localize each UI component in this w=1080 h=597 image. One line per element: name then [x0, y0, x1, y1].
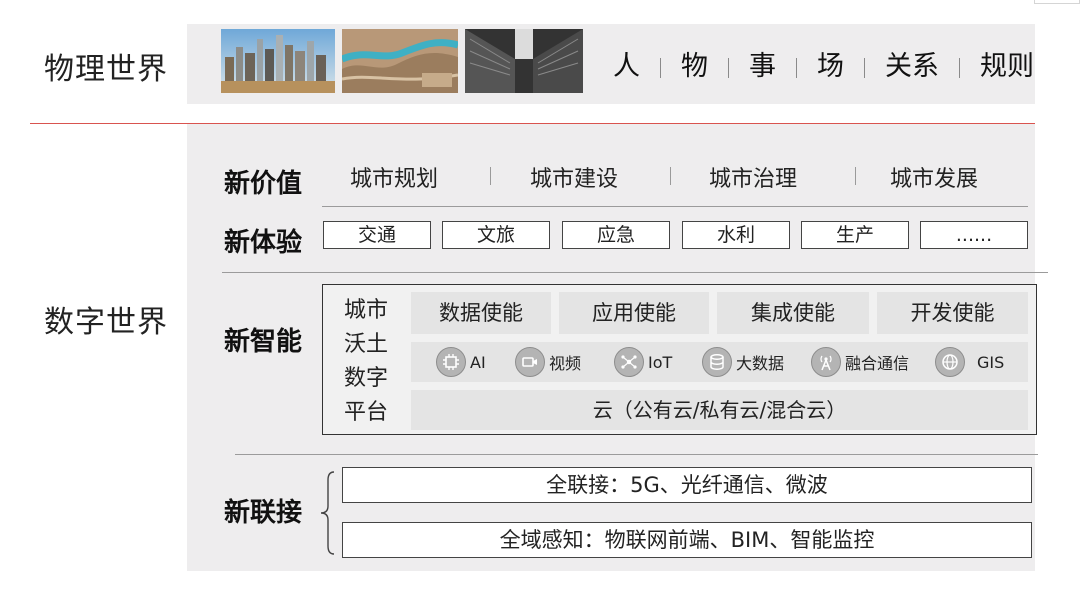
cloud-band: 云（公有云/私有云/混合云）: [411, 390, 1028, 430]
tech-gis: GIS: [935, 345, 1004, 379]
experience-emergency: 应急: [562, 221, 670, 249]
digital-world-label: 数字世界: [44, 305, 168, 340]
river-landscape-photo: [342, 29, 458, 93]
full-connection-box: 全联接：5G、光纤通信、微波: [342, 467, 1032, 503]
full-sensing-box: 全域感知：物联网前端、BIM、智能监控: [342, 522, 1032, 558]
new-value-label: 新价值: [224, 169, 303, 199]
tech-iot: IoT: [614, 345, 672, 379]
tech-iot-label: IoT: [648, 352, 673, 372]
value-item-planning: 城市规划: [350, 167, 439, 192]
iot-network-icon: [614, 347, 644, 377]
element-person: 人: [613, 51, 640, 82]
separator: [728, 57, 729, 78]
data-enablement-box: 数据使能: [411, 292, 551, 334]
ai-chip-icon: [436, 347, 466, 377]
experience-transport: 交通: [323, 221, 431, 249]
value-item-governance: 城市治理: [709, 167, 798, 192]
platform-name-line: 城市: [344, 298, 389, 323]
brace-icon: [320, 471, 335, 555]
building-street-photo: [465, 29, 583, 93]
application-enablement-box: 应用使能: [559, 292, 709, 334]
element-event: 事: [749, 51, 776, 82]
tech-video-label: 视频: [549, 354, 582, 373]
element-relation: 关系: [885, 51, 939, 82]
tech-big-data: 大数据: [702, 345, 784, 379]
platform-name: 城市 沃土 数字 平台: [344, 294, 392, 430]
separator: [855, 167, 856, 185]
tech-video: 视频: [515, 345, 581, 379]
new-intelligence-label: 新智能: [224, 327, 303, 357]
experience-culture-tourism: 文旅: [442, 221, 550, 249]
physical-world-band: 人 物 事 场 关系 规则: [187, 24, 1035, 104]
experience-more: ......: [920, 221, 1028, 249]
separator: [959, 57, 960, 78]
tech-ai-label: AI: [470, 352, 486, 372]
divider-line: [322, 206, 1028, 207]
value-item-development: 城市发展: [890, 167, 979, 192]
platform-name-line: 数字: [344, 366, 389, 391]
separator: [864, 57, 865, 78]
value-item-construction: 城市建设: [530, 167, 619, 192]
platform-name-line: 沃土: [344, 332, 389, 357]
experience-production: 生产: [801, 221, 909, 249]
platform-name-line: 平台: [344, 400, 389, 425]
tech-gis-label: GIS: [977, 352, 1005, 372]
separator: [490, 167, 491, 185]
tech-ai: AI: [436, 345, 486, 379]
tech-unified-communication: 融合通信: [811, 345, 909, 379]
divider-line: [222, 272, 1048, 273]
corner-mark: [1034, 0, 1080, 4]
physical-elements-row: 人 物 事 场 关系 规则: [613, 44, 1034, 83]
development-enablement-box: 开发使能: [877, 292, 1028, 334]
gis-globe-icon: [935, 347, 965, 377]
integration-enablement-box: 集成使能: [717, 292, 869, 334]
video-camera-icon: [515, 347, 545, 377]
big-data-icon: [702, 347, 732, 377]
signal-tower-icon: [811, 347, 841, 377]
separator: [670, 167, 671, 185]
element-rule: 规则: [980, 51, 1034, 82]
separator: [796, 57, 797, 78]
element-object: 物: [681, 51, 708, 82]
new-connection-label: 新联接: [224, 498, 303, 528]
experience-water: 水利: [682, 221, 790, 249]
new-experience-label: 新体验: [224, 228, 303, 258]
element-place: 场: [817, 51, 844, 82]
physical-world-label: 物理世界: [44, 52, 168, 87]
city-skyline-photo: [221, 29, 335, 93]
divider-line: [235, 454, 1038, 455]
tech-unified-communication-label: 融合通信: [845, 354, 910, 373]
tech-big-data-label: 大数据: [736, 354, 785, 373]
separator: [660, 57, 661, 78]
